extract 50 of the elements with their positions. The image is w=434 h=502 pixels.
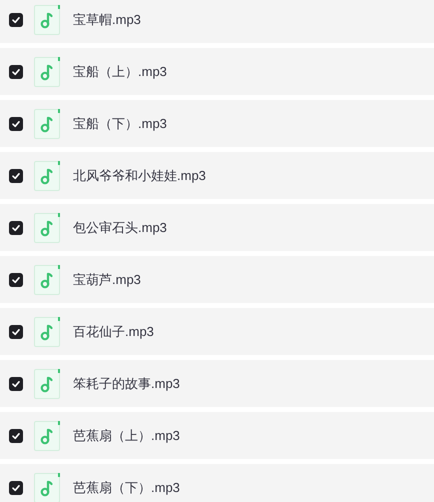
checkbox[interactable]	[9, 220, 23, 234]
file-row[interactable]: 宝船（上）.mp3	[0, 48, 434, 95]
file-row[interactable]: 芭蕉扇（下）.mp3	[0, 464, 434, 502]
check-icon	[11, 170, 21, 180]
file-name: 北风爷爷和小娃娃.mp3	[73, 166, 206, 185]
check-icon	[11, 274, 21, 284]
music-file-icon	[34, 4, 61, 34]
file-name: 笨耗子的故事.mp3	[73, 374, 180, 393]
file-row[interactable]: 宝葫芦.mp3	[0, 256, 434, 303]
check-icon	[11, 118, 21, 128]
checkbox[interactable]	[9, 168, 23, 182]
check-icon	[11, 66, 21, 76]
checkbox[interactable]	[9, 480, 23, 494]
music-file-icon	[34, 160, 61, 190]
checkbox[interactable]	[9, 116, 23, 130]
checkbox[interactable]	[9, 428, 23, 442]
checkbox[interactable]	[9, 272, 23, 286]
music-file-icon	[34, 472, 61, 502]
file-name: 宝葫芦.mp3	[73, 270, 141, 289]
music-file-icon	[34, 212, 61, 242]
file-row[interactable]: 百花仙子.mp3	[0, 308, 434, 355]
music-file-icon	[34, 368, 61, 398]
music-file-icon	[34, 420, 61, 450]
file-row[interactable]: 宝船（下）.mp3	[0, 100, 434, 147]
file-name: 芭蕉扇（上）.mp3	[73, 426, 180, 445]
file-row[interactable]: 包公审石头.mp3	[0, 204, 434, 251]
check-icon	[11, 222, 21, 232]
check-icon	[11, 14, 21, 24]
music-file-icon	[34, 56, 61, 86]
music-file-icon	[34, 316, 61, 346]
checkbox[interactable]	[9, 376, 23, 390]
checkbox[interactable]	[9, 64, 23, 78]
file-name: 宝草帽.mp3	[73, 10, 141, 29]
file-name: 百花仙子.mp3	[73, 322, 154, 341]
file-row[interactable]: 宝草帽.mp3	[0, 0, 434, 43]
file-row[interactable]: 北风爷爷和小娃娃.mp3	[0, 152, 434, 199]
check-icon	[11, 482, 21, 492]
file-row[interactable]: 笨耗子的故事.mp3	[0, 360, 434, 407]
check-icon	[11, 378, 21, 388]
check-icon	[11, 430, 21, 440]
checkbox[interactable]	[9, 12, 23, 26]
file-name: 芭蕉扇（下）.mp3	[73, 478, 180, 497]
music-file-icon	[34, 264, 61, 294]
music-file-icon	[34, 108, 61, 138]
checkbox[interactable]	[9, 324, 23, 338]
file-name: 包公审石头.mp3	[73, 218, 167, 237]
file-row[interactable]: 芭蕉扇（上）.mp3	[0, 412, 434, 459]
check-icon	[11, 326, 21, 336]
file-name: 宝船（下）.mp3	[73, 114, 167, 133]
file-name: 宝船（上）.mp3	[73, 62, 167, 81]
